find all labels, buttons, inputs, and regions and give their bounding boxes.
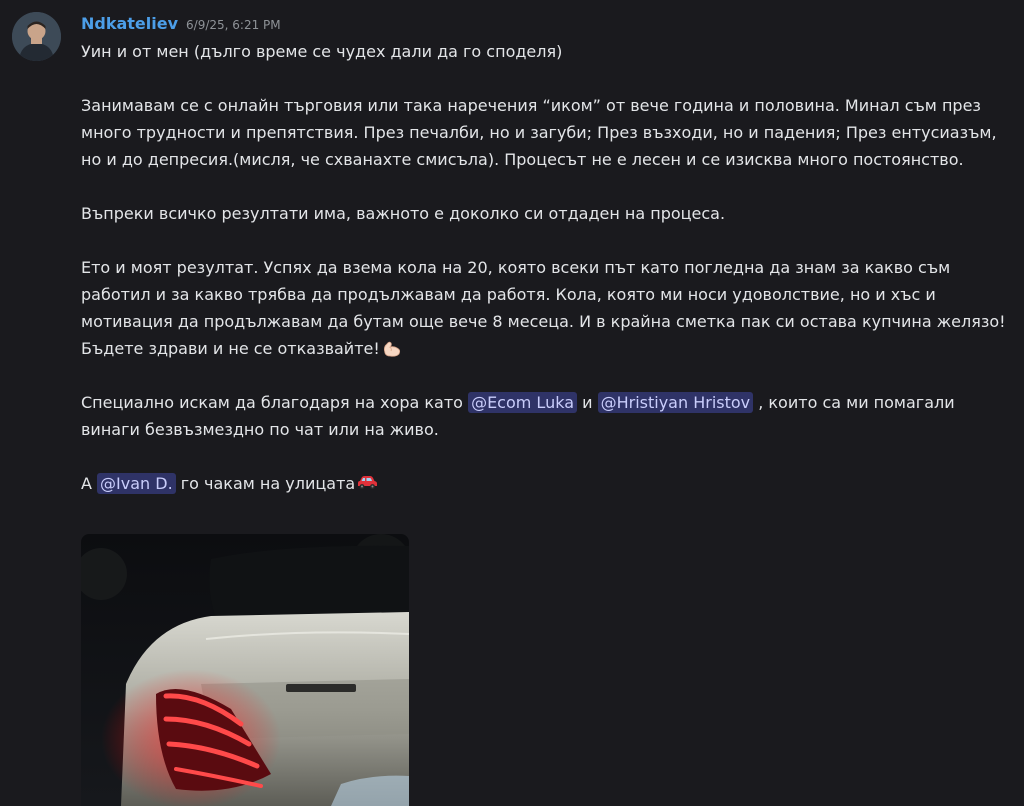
chat-message: Ndkateliev 6/9/25, 6:21 PM Уин и от мен … bbox=[0, 0, 1024, 806]
message-content: Уин и от мен (дълго време се чудех дали … bbox=[81, 38, 1011, 497]
flexed-biceps-icon bbox=[380, 335, 404, 359]
message-header: Ndkateliev 6/9/25, 6:21 PM bbox=[81, 14, 281, 36]
message-paragraph-2: Въпреки всичко резултати има, важното е … bbox=[81, 204, 726, 223]
paragraph-3-text: Ето и моят резултат. Успях да взема кола… bbox=[81, 258, 1006, 358]
message-paragraph-3: Ето и моят резултат. Успях да взема кола… bbox=[81, 254, 1011, 362]
message-paragraph-1: Занимавам се с онлайн търговия или така … bbox=[81, 96, 997, 169]
avatar[interactable] bbox=[12, 12, 61, 61]
car-photo-attachment[interactable] bbox=[81, 534, 409, 806]
message-paragraph-4: Специално искам да благодаря на хора кат… bbox=[81, 389, 1011, 443]
message-line-1: Уин и от мен (дълго време се чудех дали … bbox=[81, 42, 563, 61]
paragraph-4-conjunction: и bbox=[582, 393, 593, 412]
mention-hristiyan-hristov[interactable]: @Hristiyan Hristov bbox=[597, 392, 754, 413]
paragraph-4-text-start: Специално искам да благодаря на хора кат… bbox=[81, 393, 463, 412]
username[interactable]: Ndkateliev bbox=[81, 14, 178, 33]
paragraph-5-text-end: го чакам на улицата bbox=[180, 474, 356, 493]
mention-ecom-luka[interactable]: @Ecom Luka bbox=[468, 392, 577, 413]
timestamp: 6/9/25, 6:21 PM bbox=[186, 18, 281, 32]
user-avatar-icon bbox=[12, 12, 61, 61]
message-paragraph-5: А @Ivan D. го чакам на улицата bbox=[81, 470, 1011, 497]
paragraph-5-text-start: А bbox=[81, 474, 92, 493]
red-car-icon bbox=[355, 470, 379, 494]
mention-ivan-d[interactable]: @Ivan D. bbox=[97, 473, 176, 494]
car-photo-icon bbox=[81, 534, 409, 806]
